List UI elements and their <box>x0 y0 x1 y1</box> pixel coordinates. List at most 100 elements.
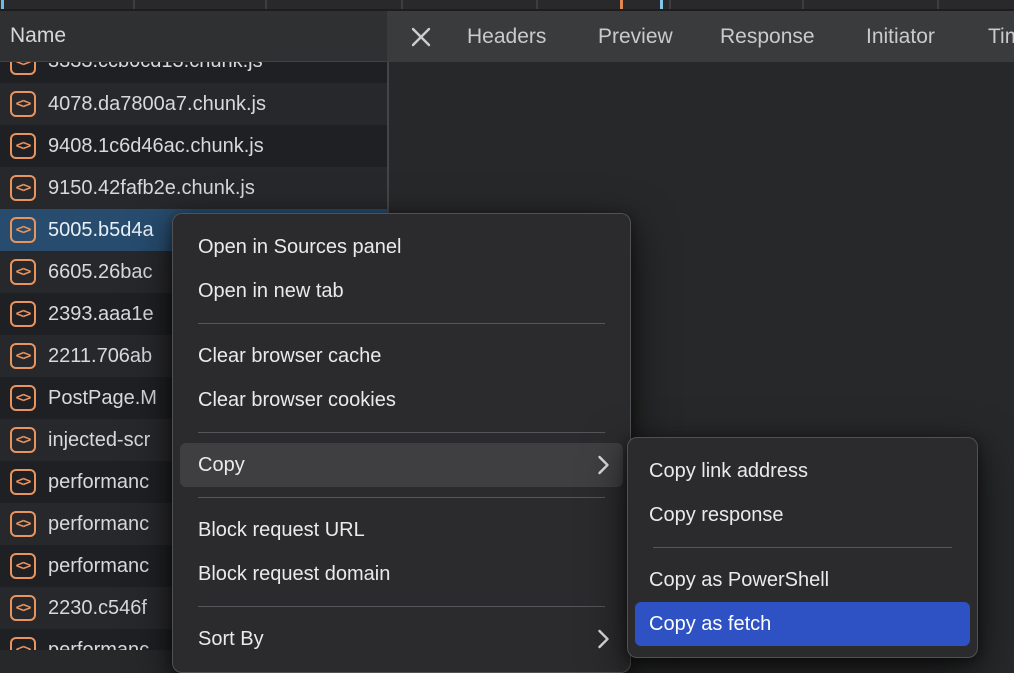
script-file-icon: <> <box>10 595 36 621</box>
request-context-menu: Open in Sources panel Open in new tab Clea… <box>172 213 631 673</box>
request-name-label: PostPage.M <box>48 387 157 410</box>
script-file-icon: <> <box>10 427 36 453</box>
script-file-icon: <> <box>10 511 36 537</box>
menu-item-clear-browser-cookies[interactable]: Clear browser cookies <box>180 378 623 422</box>
chevron-right-icon <box>597 454 610 476</box>
script-file-icon: <> <box>10 133 36 159</box>
row-content: <> 2393.aaa1e <box>10 301 154 327</box>
menu-item-label: Block request URL <box>198 519 365 542</box>
menu-item-block-request-url[interactable]: Block request URL <box>180 508 623 552</box>
timeline-gridline <box>802 0 804 9</box>
menu-item-copy-as-powershell[interactable]: Copy as PowerShell <box>635 558 970 602</box>
row-content: <> performanc <box>10 511 149 537</box>
header-band: Name Headers Preview Response Initiator Timi… <box>0 11 1014 62</box>
script-file-icon: <> <box>10 385 36 411</box>
request-name-label: 2393.aaa1e <box>48 303 154 326</box>
timeline-gridline <box>265 0 267 9</box>
timeline-gridline <box>669 0 671 9</box>
menu-item-label: Copy as fetch <box>649 613 771 636</box>
tab-preview[interactable]: Preview <box>598 11 673 62</box>
row-content: <> performanc <box>10 637 149 650</box>
menu-item-label: Copy as PowerShell <box>649 569 829 592</box>
menu-separator <box>198 432 605 433</box>
devtools-network-panel: Name Headers Preview Response Initiator Timi… <box>0 0 1014 650</box>
menu-item-label: Sort By <box>198 628 264 651</box>
menu-item-label: Open in new tab <box>198 280 344 303</box>
timeline-gridline <box>133 0 135 9</box>
timeline-gridline <box>401 0 403 9</box>
row-content: <> 3333.ccb0cd13.chunk.js <box>10 62 263 75</box>
row-content: <> injected-scr <box>10 427 150 453</box>
timeline-marker <box>1 0 4 9</box>
row-content: <> 4078.da7800a7.chunk.js <box>10 91 266 117</box>
script-file-icon: <> <box>10 91 36 117</box>
network-overview-timeline[interactable] <box>0 0 1014 11</box>
timeline-marker <box>660 0 663 9</box>
menu-separator <box>198 497 605 498</box>
tab-response[interactable]: Response <box>720 11 815 62</box>
request-name-label: 2211.706ab <box>48 345 152 368</box>
request-name-label: 5005.b5d4a <box>48 219 154 242</box>
menu-separator <box>198 606 605 607</box>
timeline-marker <box>620 0 623 9</box>
script-file-icon: <> <box>10 259 36 285</box>
row-content: <> 9408.1c6d46ac.chunk.js <box>10 133 264 159</box>
chevron-right-icon <box>597 628 610 650</box>
script-file-icon: <> <box>10 637 36 650</box>
script-file-icon: <> <box>10 553 36 579</box>
menu-item-block-request-domain[interactable]: Block request domain <box>180 552 623 596</box>
request-name-label: injected-scr <box>48 429 150 452</box>
menu-item-open-in-sources-panel[interactable]: Open in Sources panel <box>180 225 623 269</box>
row-content: <>9150.42fafb2e.chunk.js <box>10 175 255 201</box>
menu-item-copy-link-address[interactable]: Copy link address <box>635 449 970 493</box>
menu-separator <box>653 547 952 548</box>
menu-separator <box>198 323 605 324</box>
name-column-header[interactable]: Name <box>0 11 387 62</box>
request-name-label: performanc <box>48 471 149 494</box>
menu-item-label: Copy <box>198 454 245 477</box>
request-name-label: 9408.1c6d46ac.chunk.js <box>48 135 264 158</box>
request-name-label: 3333.ccb0cd13.chunk.js <box>48 62 263 73</box>
row-content: <> 5005.b5d4a <box>10 217 154 243</box>
request-name-label: 4078.da7800a7.chunk.js <box>48 93 266 116</box>
menu-item-open-in-new-tab[interactable]: Open in new tab <box>180 269 623 313</box>
tab-timing[interactable]: Timing <box>988 11 1014 62</box>
menu-item-label: Open in Sources panel <box>198 236 401 259</box>
timeline-gridline <box>937 0 939 9</box>
script-file-icon: <> <box>10 62 36 75</box>
menu-item-copy-response[interactable]: Copy response <box>635 493 970 537</box>
menu-item-clear-browser-cache[interactable]: Clear browser cache <box>180 334 623 378</box>
network-request-row[interactable]: <> 3333.ccb0cd13.chunk.js <box>0 62 387 83</box>
request-name-label: performanc <box>48 555 149 578</box>
script-file-icon: <> <box>10 301 36 327</box>
row-content: <> PostPage.M <box>10 385 157 411</box>
menu-item-label: Clear browser cache <box>198 345 381 368</box>
tab-initiator[interactable]: Initiator <box>866 11 935 62</box>
row-content: <>6605.26bac <box>10 259 153 285</box>
row-content: <> performanc <box>10 553 149 579</box>
menu-item-copy[interactable]: Copy <box>180 443 623 487</box>
name-column-header-label: Name <box>10 24 66 48</box>
menu-item-copy-as-fetch[interactable]: Copy as fetch <box>635 602 970 646</box>
request-name-label: 2230.c546f <box>48 597 147 620</box>
close-details-button[interactable] <box>401 11 441 62</box>
request-name-label: performanc <box>48 639 149 651</box>
timeline-gridline <box>536 0 538 9</box>
row-content: <> performanc <box>10 469 149 495</box>
script-file-icon: <> <box>10 217 36 243</box>
script-file-icon: <> <box>10 469 36 495</box>
menu-item-sort-by[interactable]: Sort By <box>180 617 623 661</box>
network-request-row[interactable]: <> 4078.da7800a7.chunk.js <box>0 83 387 125</box>
row-content: <> 2230.c546f <box>10 595 147 621</box>
details-tab-bar: Headers Preview Response Initiator Timing <box>387 11 1014 62</box>
copy-submenu: Copy link address Copy response Copy as Po… <box>627 437 978 658</box>
network-request-row[interactable]: <> 9408.1c6d46ac.chunk.js <box>0 125 387 167</box>
menu-item-label: Clear browser cookies <box>198 389 396 412</box>
request-name-label: performanc <box>48 513 149 536</box>
network-request-row[interactable]: <>9150.42fafb2e.chunk.js <box>0 167 387 209</box>
menu-item-label: Block request domain <box>198 563 390 586</box>
script-file-icon: <> <box>10 343 36 369</box>
menu-item-label: Copy link address <box>649 460 808 483</box>
script-file-icon: <> <box>10 175 36 201</box>
tab-headers[interactable]: Headers <box>467 11 546 62</box>
